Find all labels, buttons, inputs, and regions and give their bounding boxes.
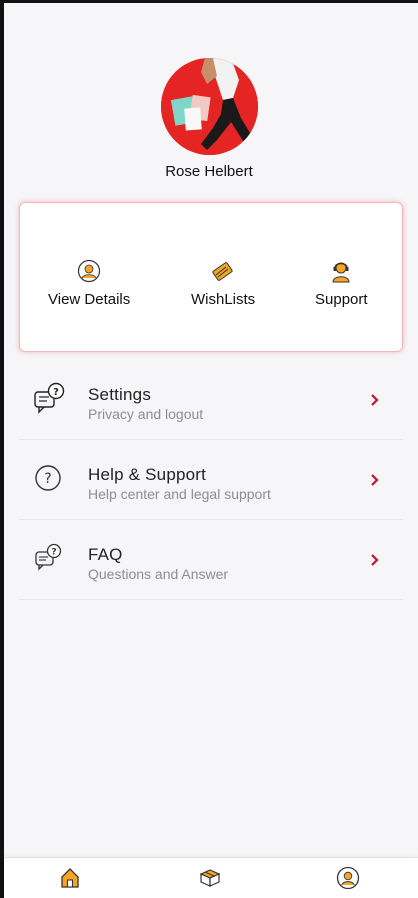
menu-item-help-support[interactable]: ? Help & Support Help center and legal s… <box>19 440 403 520</box>
home-icon <box>61 868 79 888</box>
menu-item-faq-subtitle: Questions and Answer <box>88 566 229 582</box>
menu-item-faq[interactable]: ? FAQ Questions and Answer <box>19 520 403 600</box>
svg-text:?: ? <box>53 387 59 398</box>
faq-chat-icon: ? <box>35 543 62 571</box>
box-icon <box>199 869 221 887</box>
support-button[interactable]: Support <box>315 259 368 309</box>
wishlists-label: WishLists <box>191 291 256 308</box>
quick-actions-card: View Details WishLists Support <box>19 202 403 352</box>
svg-text:?: ? <box>44 471 51 487</box>
chevron-right-icon <box>371 554 379 566</box>
avatar[interactable] <box>160 58 258 155</box>
tab-profile[interactable] <box>336 866 360 890</box>
headset-agent-icon <box>332 262 350 283</box>
menu-item-help-support-title: Help & Support <box>88 465 207 484</box>
chevron-right-icon <box>371 394 379 406</box>
profile-name: Rose Helbert <box>165 163 253 180</box>
menu-item-settings[interactable]: ? Settings Privacy and logout <box>19 360 403 440</box>
menu-item-settings-subtitle: Privacy and logout <box>88 406 204 422</box>
profile-header: Rose Helbert <box>0 58 418 180</box>
svg-text:?: ? <box>51 548 56 558</box>
profile-icon <box>336 866 360 890</box>
avatar-photo <box>160 58 258 155</box>
card-icon <box>212 262 233 281</box>
menu-item-faq-title: FAQ <box>88 545 123 564</box>
tab-home[interactable] <box>58 866 82 890</box>
tab-orders[interactable] <box>198 866 222 890</box>
user-circle-icon <box>78 259 101 283</box>
menu-item-help-support-subtitle: Help center and legal support <box>88 486 271 502</box>
view-details-button[interactable]: View Details <box>48 259 130 309</box>
support-label: Support <box>315 291 368 308</box>
chat-question-icon: ? <box>34 382 65 414</box>
settings-menu: ? Settings Privacy and logout ? Help & S… <box>19 360 403 600</box>
menu-item-settings-title: Settings <box>88 385 152 404</box>
chevron-right-icon <box>371 474 379 486</box>
view-details-label: View Details <box>48 291 131 308</box>
bottom-tab-bar <box>4 857 418 898</box>
wishlists-button[interactable]: WishLists <box>191 259 255 309</box>
window-top-edge <box>0 0 418 3</box>
question-circle-icon: ? <box>35 465 61 491</box>
